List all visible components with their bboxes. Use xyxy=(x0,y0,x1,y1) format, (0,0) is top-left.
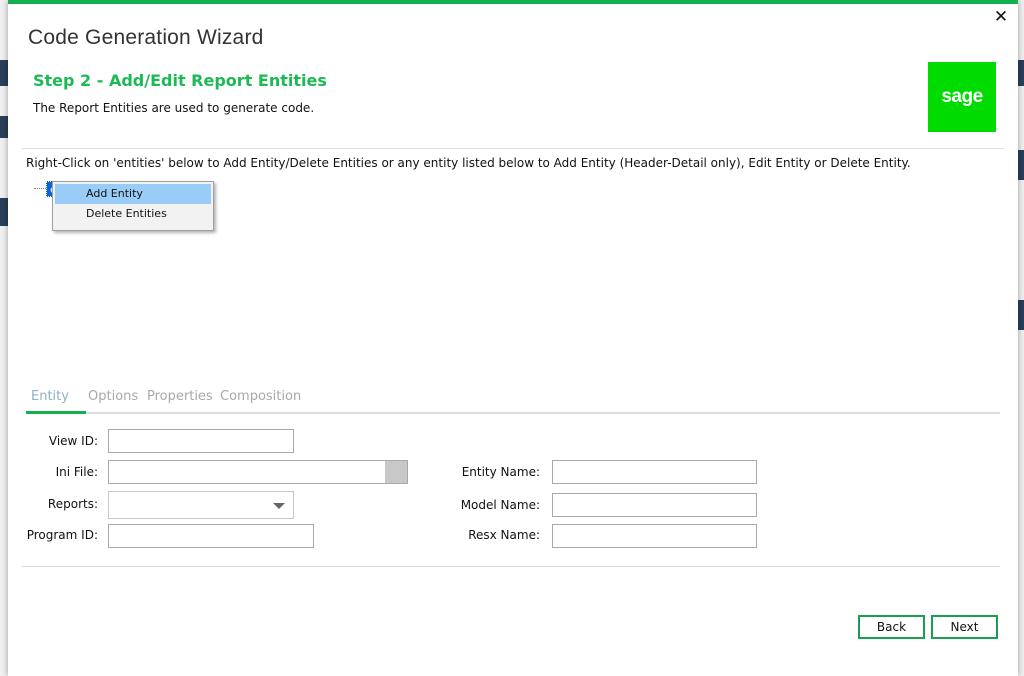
entity-name-label: Entity Name: xyxy=(461,465,540,479)
logo-text: sage xyxy=(941,86,983,107)
model-name-input[interactable] xyxy=(552,493,757,517)
context-menu: Add Entity Delete Entities xyxy=(52,181,214,231)
step-description: The Report Entities are used to generate… xyxy=(33,101,315,115)
step-title: Step 2 - Add/Edit Report Entities xyxy=(33,71,327,90)
program-id-label: Program ID: xyxy=(26,528,98,542)
ini-file-label: Ini File: xyxy=(55,465,98,479)
sage-logo: sage xyxy=(928,62,996,132)
back-button[interactable]: Back xyxy=(858,615,925,639)
active-tab-indicator xyxy=(26,411,86,414)
reports-dropdown[interactable] xyxy=(108,491,294,519)
view-id-input[interactable] xyxy=(108,429,294,453)
tab-composition[interactable]: Composition xyxy=(220,389,301,404)
model-name-label: Model Name: xyxy=(460,498,540,512)
tab-options[interactable]: Options xyxy=(88,389,138,404)
ini-file-browse-button[interactable] xyxy=(385,461,407,483)
header-divider xyxy=(22,148,1004,149)
wizard-window: ✕ Code Generation Wizard Step 2 - Add/Ed… xyxy=(8,0,1018,676)
close-icon[interactable]: ✕ xyxy=(992,8,1010,26)
reports-label: Reports: xyxy=(47,497,98,511)
background-left xyxy=(0,0,8,676)
tab-entity[interactable]: Entity xyxy=(31,389,69,404)
menu-item-add-entity[interactable]: Add Entity xyxy=(55,184,211,204)
next-button[interactable]: Next xyxy=(931,615,998,639)
program-id-input[interactable] xyxy=(108,524,314,548)
menu-item-delete-entities[interactable]: Delete Entities xyxy=(55,204,211,224)
footer-divider xyxy=(22,566,1000,567)
instructions-text: Right-Click on 'entities' below to Add E… xyxy=(26,156,911,170)
window-title: Code Generation Wizard xyxy=(28,26,264,49)
resx-name-label: Resx Name: xyxy=(468,528,540,542)
background-right xyxy=(1018,0,1024,676)
tabs-divider xyxy=(26,412,1000,414)
tree-connector xyxy=(34,188,46,189)
ini-file-field[interactable] xyxy=(108,460,408,484)
resx-name-input[interactable] xyxy=(552,524,757,548)
chevron-down-icon xyxy=(273,503,285,509)
entity-name-input[interactable] xyxy=(552,460,757,484)
view-id-label: View ID: xyxy=(48,434,98,448)
tab-properties[interactable]: Properties xyxy=(147,389,213,404)
